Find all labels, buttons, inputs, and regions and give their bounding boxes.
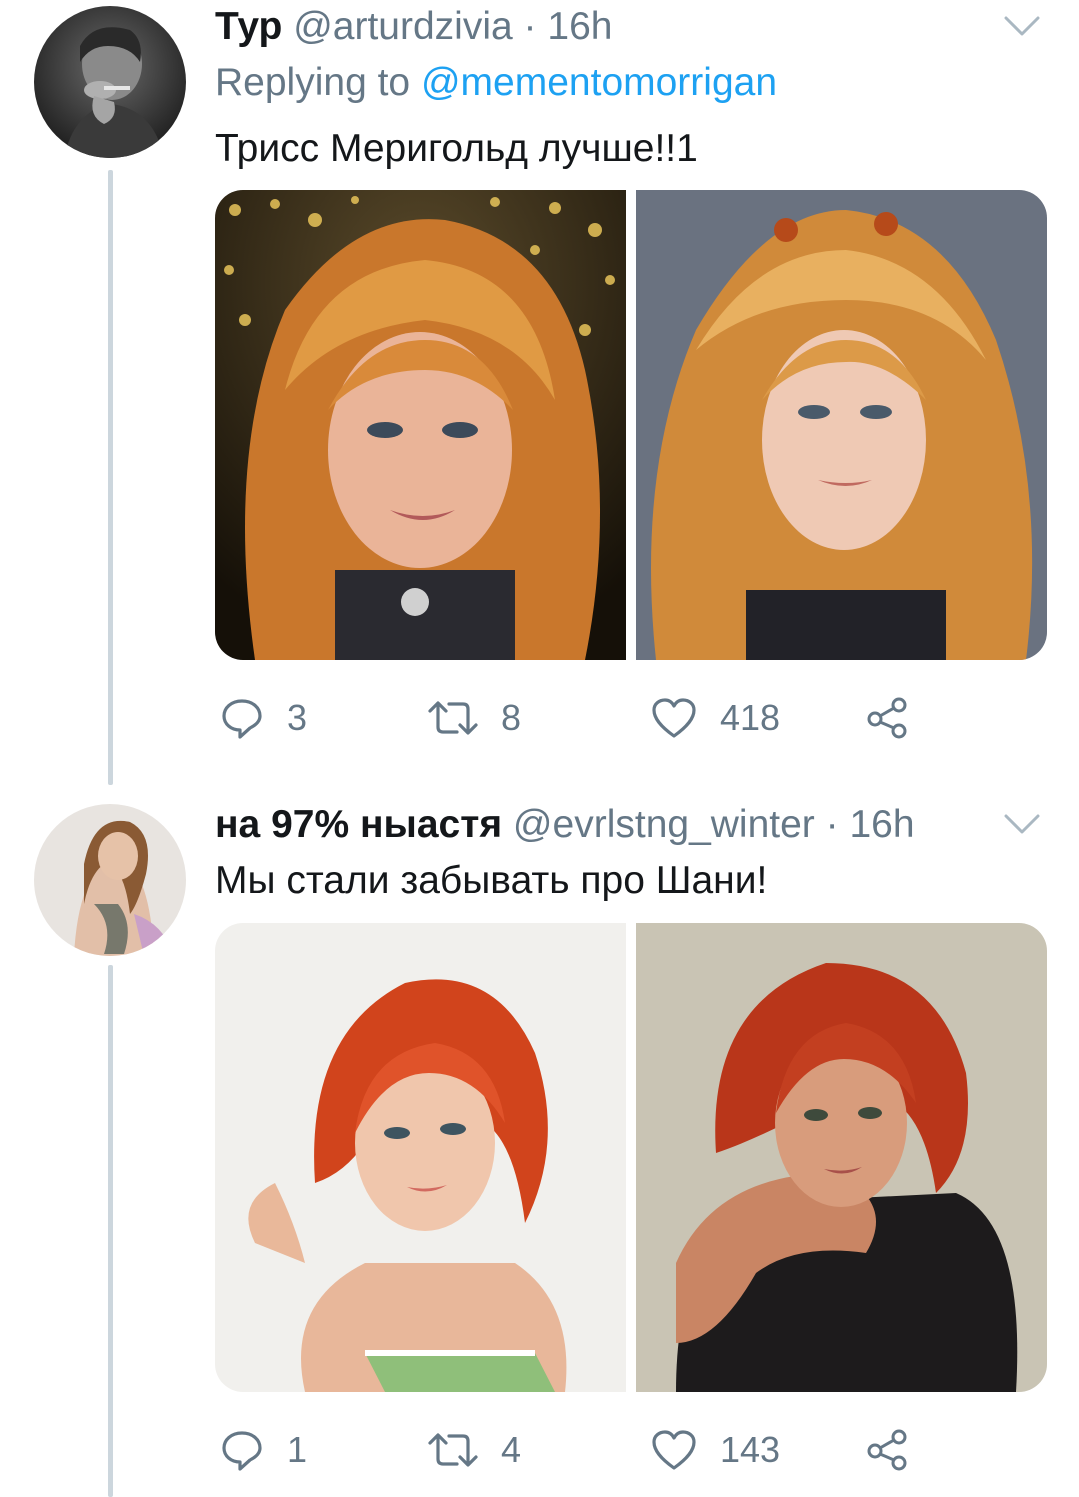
tweet-photo-right[interactable] [636, 190, 1047, 660]
avatar[interactable] [34, 804, 186, 956]
separator-dot: · [825, 803, 839, 846]
tweet-2[interactable]: на 97% ныастя @evrlstng_winter · 16h Мы … [0, 790, 1079, 1497]
replying-to-label: Replying to [215, 61, 411, 104]
like-button[interactable]: 418 [650, 688, 780, 748]
separator-dot: · [523, 5, 537, 48]
tweet-actions: 3 8 418 [215, 688, 975, 748]
like-count: 418 [720, 697, 781, 738]
reply-count: 1 [287, 1429, 308, 1470]
share-nodes-icon [865, 695, 911, 741]
tweet-media [215, 923, 1047, 1392]
heart-icon [650, 695, 698, 741]
avatar[interactable] [34, 6, 186, 158]
tweet-header: на 97% ныастя @evrlstng_winter · 16h [215, 802, 915, 848]
user-handle[interactable]: @evrlstng_winter [513, 803, 815, 846]
retweet-count: 4 [501, 1429, 522, 1470]
reply-button[interactable]: 3 [219, 688, 307, 748]
like-count: 143 [720, 1429, 781, 1470]
tweet-header: Тур @arturdzivia · 16h [215, 4, 612, 50]
tweet-text: Трисс Меригольд лучше!!1 [215, 127, 698, 170]
share-button[interactable] [865, 688, 911, 748]
tweet-1[interactable]: Тур @arturdzivia · 16h Replying to @meme… [0, 0, 1079, 790]
speech-bubble-icon [219, 695, 265, 741]
tweet-photo-left[interactable] [215, 190, 626, 660]
tweet-text: Мы стали забывать про Шани! [215, 859, 768, 902]
replying-to: Replying to @mementomorrigan [215, 60, 777, 106]
display-name[interactable]: на 97% ныастя [215, 803, 502, 846]
reply-count: 3 [287, 697, 308, 738]
like-button[interactable]: 143 [650, 1420, 780, 1480]
share-button[interactable] [865, 1420, 911, 1480]
speech-bubble-icon [219, 1427, 265, 1473]
retweet-arrows-icon [427, 1427, 479, 1473]
tweet-photo-left[interactable] [215, 923, 626, 1392]
replying-to-mention[interactable]: @mementomorrigan [421, 61, 777, 104]
retweet-arrows-icon [427, 695, 479, 741]
tweet-media [215, 190, 1047, 660]
timestamp[interactable]: 16h [547, 5, 612, 48]
retweet-button[interactable]: 8 [427, 688, 521, 748]
tweet-photo-right[interactable] [636, 923, 1047, 1392]
chevron-down-icon[interactable] [1002, 12, 1042, 40]
retweet-count: 8 [501, 697, 522, 738]
timestamp[interactable]: 16h [849, 803, 914, 846]
heart-icon [650, 1427, 698, 1473]
reply-button[interactable]: 1 [219, 1420, 307, 1480]
display-name[interactable]: Тур [215, 5, 282, 48]
tweet-actions: 1 4 143 [215, 1420, 975, 1480]
chevron-down-icon[interactable] [1002, 810, 1042, 838]
share-nodes-icon [865, 1427, 911, 1473]
retweet-button[interactable]: 4 [427, 1420, 521, 1480]
user-handle[interactable]: @arturdzivia [293, 5, 513, 48]
